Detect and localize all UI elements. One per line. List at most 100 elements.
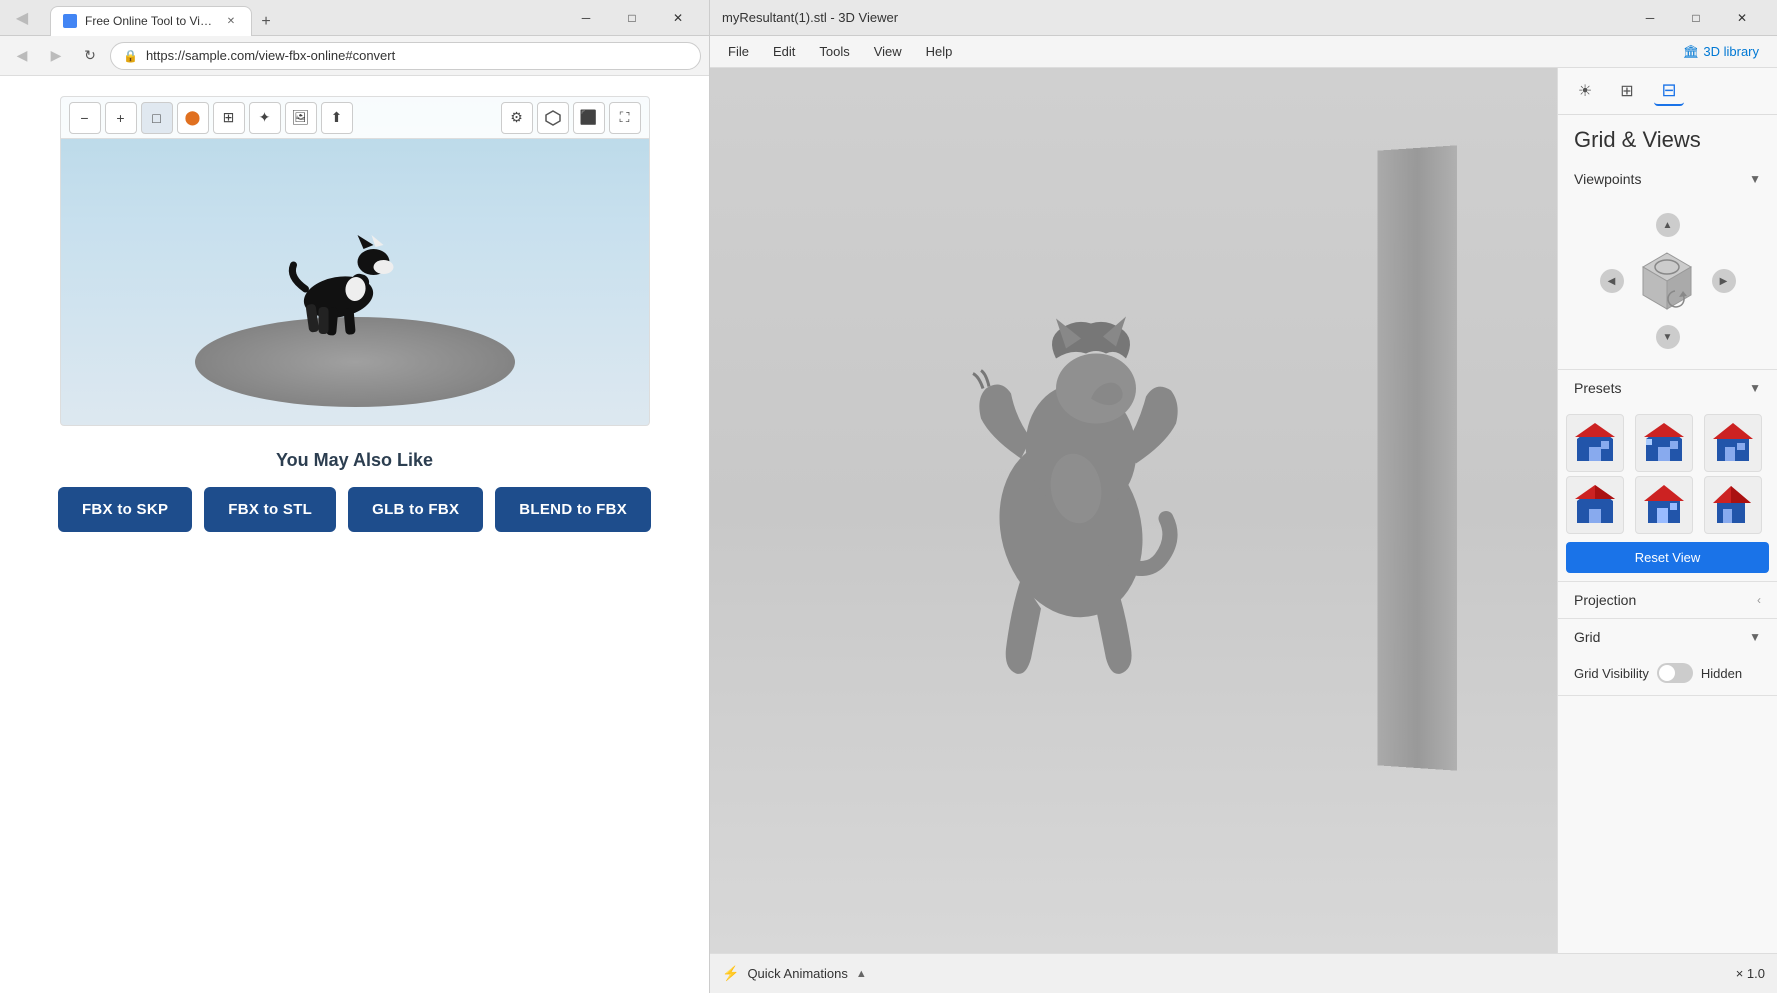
right-panel: ☀ ⊞ ⊟ Grid & Views Viewpoints ▼ (1557, 68, 1777, 953)
browser-back-btn[interactable]: ◀ (8, 4, 36, 32)
tab-close-btn[interactable]: ✕ (223, 13, 239, 29)
panel-icons-row: ☀ ⊞ ⊟ (1558, 68, 1777, 115)
viewer-window-title: myResultant(1).stl - 3D Viewer (722, 10, 1619, 25)
grid-chevron: ▼ (1749, 630, 1761, 644)
presets-header[interactable]: Presets ▼ (1558, 370, 1777, 406)
fbx-to-skp-btn[interactable]: FBX to SKP (58, 487, 192, 532)
browser-tab-active[interactable]: Free Online Tool to View 3D FB ✕ (50, 6, 252, 36)
viewpoints-header[interactable]: Viewpoints ▼ (1558, 161, 1777, 197)
grid-header[interactable]: Grid ▼ (1558, 619, 1777, 655)
glb-to-fbx-btn[interactable]: GLB to FBX (348, 487, 483, 532)
cube2-btn[interactable]: ⬛ (573, 102, 605, 134)
converter-buttons: FBX to SKP FBX to STL GLB to FBX BLEND t… (20, 487, 689, 532)
grid-large-icon: ⊟ (1661, 80, 1676, 101)
lock-icon: 🔒 (123, 49, 138, 63)
preset-item-6[interactable] (1704, 476, 1762, 534)
light-btn[interactable]: ✦ (249, 102, 281, 134)
nav-arrow-left[interactable]: ◀ (1600, 269, 1624, 293)
3d-library-btn[interactable]: 🏛 3D library (1673, 40, 1769, 64)
fullscreen-btn[interactable]: ⛶ (609, 102, 641, 134)
menu-help[interactable]: Help (916, 40, 963, 63)
grid-btn[interactable]: ⊞ (213, 102, 245, 134)
menu-tools[interactable]: Tools (809, 40, 859, 63)
3d-model (951, 268, 1231, 753)
viewer-titlebar: myResultant(1).stl - 3D Viewer ─ □ ✕ (710, 0, 1777, 36)
viewer-window: myResultant(1).stl - 3D Viewer ─ □ ✕ Fil… (710, 0, 1777, 993)
preset-item-2[interactable] (1635, 414, 1693, 472)
quick-animations-icon: ⚡ (722, 965, 739, 982)
browser-tab-title: Free Online Tool to View 3D FB (85, 14, 215, 28)
viewpoints-nav: ◀ ▲ (1574, 205, 1761, 357)
grid-label: Grid (1574, 629, 1600, 645)
browser-restore-btn[interactable]: □ (609, 0, 655, 36)
viewer-maximize-btn[interactable]: □ (1673, 0, 1719, 36)
preset-item-5[interactable] (1635, 476, 1693, 534)
quick-animations-chevron[interactable]: ▲ (856, 968, 867, 980)
viewpoints-content: ◀ ▲ (1558, 197, 1777, 369)
refresh-btn[interactable]: ↻ (76, 42, 104, 70)
forward-btn[interactable]: ▶ (42, 42, 70, 70)
grid-small-icon: ⊞ (1620, 81, 1633, 101)
browser-close-btn[interactable]: ✕ (655, 0, 701, 36)
menu-file[interactable]: File (718, 40, 759, 63)
browser-window: ◀ Free Online Tool to View 3D FB ✕ + ─ □… (0, 0, 710, 993)
nav-arrow-down[interactable]: ▼ (1656, 325, 1680, 349)
color-btn[interactable]: ⬤ (177, 102, 209, 134)
presets-label: Presets (1574, 380, 1621, 396)
upload-btn[interactable]: ⬆ (321, 102, 353, 134)
preset-item-1[interactable] (1566, 414, 1624, 472)
grid-visibility-label: Grid Visibility (1574, 666, 1649, 681)
speed-label: × 1.0 (1736, 966, 1765, 981)
you-may-also-like: You May Also Like FBX to SKP FBX to STL … (20, 450, 689, 532)
presets-section: Presets ▼ (1558, 370, 1777, 582)
sun-icon-btn[interactable]: ☀ (1570, 76, 1600, 106)
zoom-out-btn[interactable]: − (69, 102, 101, 134)
cube-btn[interactable] (537, 102, 569, 134)
grid-content: Grid Visibility Hidden (1558, 655, 1777, 695)
sun-icon: ☀ (1578, 81, 1592, 101)
frame-btn[interactable]: □ (141, 102, 173, 134)
nav-arrow-up[interactable]: ▲ (1656, 213, 1680, 237)
grid-small-icon-btn[interactable]: ⊞ (1612, 76, 1642, 106)
grid-state-label: Hidden (1701, 666, 1742, 681)
address-bar[interactable]: 🔒 https://sample.com/view-fbx-online#con… (110, 42, 701, 70)
grid-large-icon-btn[interactable]: ⊟ (1654, 76, 1684, 106)
tab-favicon (63, 14, 77, 28)
fbx-to-stl-btn[interactable]: FBX to STL (204, 487, 336, 532)
menu-edit[interactable]: Edit (763, 40, 805, 63)
preset-item-3[interactable] (1704, 414, 1762, 472)
blend-to-fbx-btn[interactable]: BLEND to FBX (495, 487, 651, 532)
browser-minimize-btn[interactable]: ─ (563, 0, 609, 36)
library-icon: 🏛 (1683, 44, 1700, 60)
presets-chevron: ▼ (1749, 381, 1761, 395)
projection-label: Projection (1574, 592, 1636, 608)
projection-chevron: ‹ (1757, 593, 1761, 607)
grid-section-header: Grid ▼ Grid Visibility Hidden (1558, 619, 1777, 696)
you-may-also-like-title: You May Also Like (20, 450, 689, 471)
viewer-toolbar-browser: − + □ ⬤ ⊞ ✦ 🖼 ⬆ ⚙ ⬛ ⛶ (61, 97, 649, 139)
dog-scene (155, 157, 555, 417)
zoom-in-btn[interactable]: + (105, 102, 137, 134)
viewport-3d[interactable] (710, 68, 1557, 953)
viewer-close-btn[interactable]: ✕ (1719, 0, 1765, 36)
preset-item-4[interactable] (1566, 476, 1624, 534)
browser-tab-strip: Free Online Tool to View 3D FB ✕ + (50, 0, 280, 36)
url-text: https://sample.com/view-fbx-online#conve… (146, 48, 395, 63)
grid-visibility-toggle[interactable] (1657, 663, 1693, 683)
browser-titlebar: ◀ Free Online Tool to View 3D FB ✕ + ─ □… (0, 0, 709, 36)
browser-content: − + □ ⬤ ⊞ ✦ 🖼 ⬆ ⚙ ⬛ ⛶ (0, 76, 709, 993)
presets-grid (1558, 406, 1777, 542)
menu-view[interactable]: View (864, 40, 912, 63)
reset-view-btn[interactable]: Reset View (1566, 542, 1769, 573)
toggle-knob (1659, 665, 1675, 681)
nav-arrow-right[interactable]: ▶ (1712, 269, 1736, 293)
back-btn[interactable]: ◀ (8, 42, 36, 70)
panel-title: Grid & Views (1558, 115, 1777, 161)
quick-animations-label: Quick Animations (747, 966, 847, 981)
projection-header[interactable]: Projection ‹ (1558, 582, 1777, 618)
viewer-minimize-btn[interactable]: ─ (1627, 0, 1673, 36)
settings-btn[interactable]: ⚙ (501, 102, 533, 134)
dog-figure (283, 217, 413, 357)
image-btn[interactable]: 🖼 (285, 102, 317, 134)
new-tab-btn[interactable]: + (252, 8, 280, 36)
